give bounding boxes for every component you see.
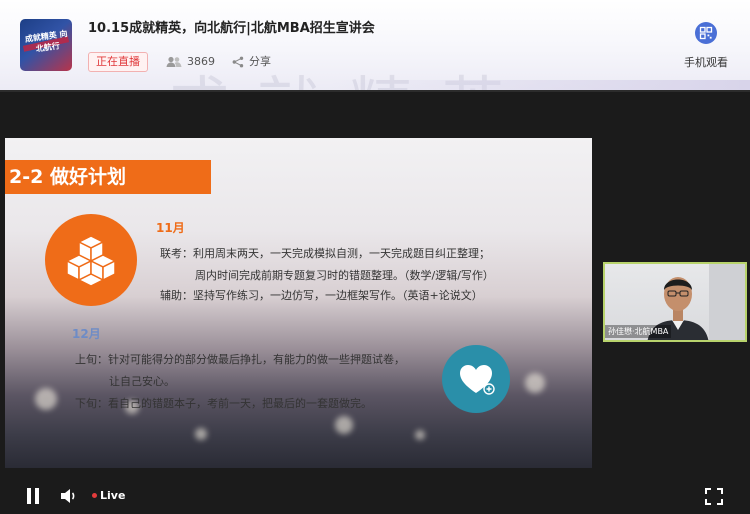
stream-title: 10.15成就精英，向北航行|北航MBA招生宣讲会 [88,21,375,36]
bokeh-light [415,430,425,440]
share-button[interactable]: 分享 [232,54,271,70]
november-line: 辅助：坚持写作练习，一边仿写，一边框架写作。（英语+论说文） [160,289,483,302]
fullscreen-icon [705,488,723,505]
blocks-icon [65,235,117,287]
channel-logo: 成就精英 向北航行 [20,19,72,71]
month-november: 11月 [156,221,185,235]
section-title: 2-2 做好计划 [9,166,126,188]
camera-background [709,264,745,340]
mobile-watch-button[interactable]: 手机观看 [680,22,732,70]
december-line: 上旬：针对可能得分的部分做最后挣扎，有能力的做一些押题试卷， [75,353,405,366]
mobile-watch-label: 手机观看 [684,56,728,69]
bokeh-light [335,416,353,434]
viewer-count-value: 3869 [187,55,215,68]
player-divider [0,90,750,92]
live-status-badge: 正在直播 [88,52,148,72]
teal-circle [442,345,510,413]
pause-button[interactable] [25,487,41,505]
presenter-camera[interactable]: 孙佳懋·北航MBA [603,262,747,342]
volume-icon [61,489,75,503]
volume-button[interactable] [60,488,78,504]
presentation-slide: 2-2 做好计划 11月 联考：利用周末两天，一天完成模拟自测，一天完成题目纠正… [5,138,592,468]
november-line: 联考：利用周末两天，一天完成模拟自测，一天完成题目纠正整理； [160,247,490,260]
player-controls: Live [0,478,750,514]
live-indicator-dot [92,493,97,498]
video-player[interactable]: 2-2 做好计划 11月 联考：利用周末两天，一天完成模拟自测，一天完成题目纠正… [0,90,750,514]
bokeh-light [35,388,57,410]
heart-icon [460,365,495,395]
share-label: 分享 [249,55,271,68]
people-icon [166,56,182,67]
november-line: 周内时间完成前期专题复习时的错题整理。（数学/逻辑/写作） [195,269,494,282]
presenter-name-label: 孙佳懋·北航MBA [605,325,672,338]
play-pause-icon [27,488,39,504]
december-line: 让自己安心。 [109,375,175,388]
orange-circle [45,214,137,306]
month-december: 12月 [72,327,101,341]
section-title-bar: 2-2 做好计划 [5,160,211,194]
page-header: 成就精英 成就精英 向北航行 10.15成就精英，向北航行|北航MBA招生宣讲会… [0,0,750,90]
viewer-count: 3869 [166,54,215,70]
live-indicator-label: Live [100,489,126,502]
logo-text: 成就精英 向北航行 [24,28,69,54]
header-decoration [330,80,750,90]
december-line: 下旬：看自己的错题本子，考前一天，把最后的一套题做完。 [75,397,372,410]
qr-code-icon [695,22,717,44]
fullscreen-button[interactable] [705,488,723,505]
bokeh-light [195,428,207,440]
share-icon [232,56,244,68]
bokeh-light [525,373,545,393]
